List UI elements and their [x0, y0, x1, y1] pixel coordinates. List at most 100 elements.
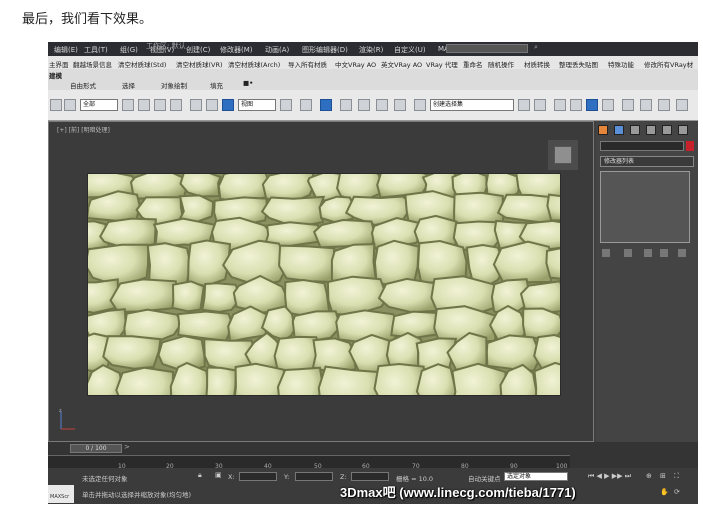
cmd-button[interactable]: 中文VRay AO [335, 59, 376, 69]
link-icon[interactable] [64, 99, 76, 111]
x-label: X: [228, 473, 235, 481]
cmd-button[interactable]: 重命名 [463, 59, 483, 69]
orbit-icon[interactable]: ⟳ [674, 488, 680, 496]
menu-graph-editors[interactable]: 图形编辑器(D) [302, 45, 348, 55]
x-coordinate-field[interactable] [239, 472, 277, 481]
cmd-button[interactable]: 随机操作 [488, 59, 514, 69]
z-coordinate-field[interactable] [351, 472, 389, 481]
select-manipulate-icon[interactable] [300, 99, 312, 111]
object-name-field[interactable] [600, 141, 684, 151]
cmd-button[interactable]: 清空材质球(Arch) [228, 59, 280, 69]
ribbon-label[interactable]: 建模 [49, 70, 62, 80]
align-icon[interactable] [534, 99, 546, 111]
edit-named-selection-icon[interactable] [414, 99, 426, 111]
window-crossing-icon[interactable] [170, 99, 182, 111]
cmd-button[interactable]: 材质转换 [524, 59, 550, 69]
menu-animation[interactable]: 动画(A) [265, 45, 289, 55]
rotate-icon[interactable] [206, 99, 218, 111]
command-panel-tabs [596, 123, 698, 135]
spinner-snap-icon[interactable] [394, 99, 406, 111]
menu-modifiers[interactable]: 修改器(M) [220, 45, 253, 55]
viewport-label[interactable]: [+] [前] [明暗处理] [57, 125, 110, 134]
menu-create[interactable]: 创建(C) [186, 45, 210, 55]
angle-snap-icon[interactable] [358, 99, 370, 111]
time-slider[interactable]: 0 / 100 [70, 444, 122, 453]
percent-snap-icon[interactable] [376, 99, 388, 111]
y-coordinate-field[interactable] [295, 472, 333, 481]
utilities-tab-icon[interactable] [678, 125, 688, 135]
modifier-stack[interactable] [600, 171, 690, 243]
ribbon-options-icon[interactable]: ■• [243, 79, 253, 87]
reference-coord-dropdown[interactable]: 视图 [238, 99, 276, 111]
ribbon-tab[interactable]: 选择 [122, 80, 135, 90]
cmd-button[interactable]: 清空材质球(VR) [176, 59, 223, 69]
zoom-extents-icon[interactable]: ⛶ [674, 472, 679, 481]
remove-modifier-icon[interactable] [660, 249, 668, 257]
ribbon-tab[interactable]: 自由形式 [70, 80, 96, 90]
cmd-button[interactable]: 英文VRay AO [381, 59, 422, 69]
render-icon[interactable] [676, 99, 688, 111]
cmd-button[interactable]: 清空材质球(Std) [118, 59, 166, 69]
cellular-relief-panel[interactable] [87, 173, 561, 396]
rectangular-selection-icon[interactable] [154, 99, 166, 111]
layer-manager-icon[interactable] [554, 99, 566, 111]
selection-filter-dropdown[interactable]: 全部 [80, 99, 118, 111]
key-filter-dropdown[interactable]: 选定对象 [504, 472, 568, 481]
scale-icon[interactable] [222, 99, 234, 111]
undo-icon[interactable] [50, 99, 62, 111]
menu-tools[interactable]: 工具(T) [84, 45, 108, 55]
modifier-list-dropdown[interactable]: 修改器列表 [600, 156, 694, 167]
maxscript-listener[interactable]: MAXScr [48, 485, 74, 503]
cmd-button[interactable]: 整理丢失贴图 [559, 59, 598, 69]
cmd-button[interactable]: VRay 代理 [426, 59, 458, 69]
material-editor-icon[interactable] [622, 99, 634, 111]
track-bar[interactable]: 10 20 30 40 50 60 70 80 90 100 [48, 455, 570, 470]
pivot-center-icon[interactable] [280, 99, 292, 111]
hierarchy-tab-icon[interactable] [630, 125, 640, 135]
pan-icon[interactable]: ✋ [660, 488, 669, 496]
select-by-name-icon[interactable] [138, 99, 150, 111]
keyboard-shortcut-icon[interactable] [320, 99, 332, 111]
absolute-mode-icon[interactable]: ▣ [215, 471, 222, 479]
select-object-icon[interactable] [122, 99, 134, 111]
menu-edit[interactable]: 编辑(E) [54, 45, 78, 55]
configure-sets-icon[interactable] [678, 249, 686, 257]
next-frame-icon[interactable]: > [124, 443, 130, 451]
mirror-icon[interactable] [518, 99, 530, 111]
menu-group[interactable]: 组(G) [120, 45, 138, 55]
search-icon[interactable]: ⌕ [534, 43, 538, 52]
ribbon-tab[interactable]: 填充 [210, 80, 223, 90]
search-field[interactable] [446, 44, 528, 53]
show-end-result-icon[interactable] [624, 249, 632, 257]
motion-tab-icon[interactable] [646, 125, 656, 135]
cmd-button[interactable]: 特殊功能 [608, 59, 634, 69]
create-tab-icon[interactable] [598, 125, 608, 135]
cmd-button[interactable]: 翻越场景信息 [73, 59, 112, 69]
cmd-button[interactable]: 修改所有VRay材 [644, 59, 693, 69]
move-icon[interactable] [190, 99, 202, 111]
object-color-swatch[interactable] [686, 141, 694, 151]
menu-rendering[interactable]: 渲染(R) [359, 45, 383, 55]
make-unique-icon[interactable] [644, 249, 652, 257]
modify-tab-icon[interactable] [614, 125, 624, 135]
display-tab-icon[interactable] [662, 125, 672, 135]
selection-status: 未选定任何对象 [82, 475, 128, 483]
zoom-icon[interactable]: ⊕ [646, 472, 652, 480]
ribbon-tab[interactable]: 对象绘制 [161, 80, 187, 90]
menu-customize[interactable]: 自定义(U) [394, 45, 426, 55]
render-setup-icon[interactable] [640, 99, 652, 111]
schematic-view-icon[interactable] [602, 99, 614, 111]
cmd-button[interactable]: 主界面 [49, 59, 69, 69]
viewcube-icon[interactable] [554, 146, 572, 164]
rendered-frame-icon[interactable] [658, 99, 670, 111]
snap-toggle-icon[interactable] [340, 99, 352, 111]
zoom-all-icon[interactable]: ⊞ [660, 472, 666, 480]
cmd-button[interactable]: 导入所有材质 [288, 59, 327, 69]
graphite-tools-icon[interactable] [570, 99, 582, 111]
pin-stack-icon[interactable] [602, 249, 610, 257]
curve-editor-icon[interactable] [586, 99, 598, 111]
lock-selection-icon[interactable]: 🔒︎ [198, 471, 202, 480]
playback-controls[interactable]: ⏮ ◀ ▶ ▶▶ ⏭ [588, 472, 631, 481]
front-viewport[interactable]: [+] [前] [明暗处理] z [48, 121, 594, 442]
named-selection-dropdown[interactable]: 创建选择集 [430, 99, 514, 111]
